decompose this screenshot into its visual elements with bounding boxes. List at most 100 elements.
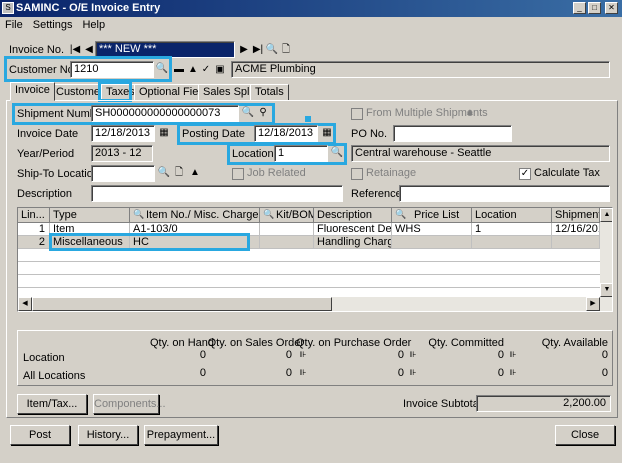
ship-to-finder-icon[interactable]: 🔍 — [157, 166, 171, 180]
year-period-field: 2013 - 12 — [91, 145, 153, 162]
all-purchase-order-drill-icon[interactable]: ⊪ — [406, 366, 420, 380]
invoice-date-calendar-icon[interactable]: ▦ — [157, 126, 171, 140]
all-qty-committed: 0 — [497, 367, 504, 379]
location-qty-purchase-order: 0 — [397, 349, 404, 361]
menu-file[interactable]: File — [0, 17, 28, 33]
tab-totals-label: Totals — [255, 86, 284, 98]
retainage-checkbox[interactable] — [351, 168, 363, 180]
col-location[interactable]: Location — [472, 208, 552, 223]
cell-line: 2 — [18, 236, 50, 249]
shipment-lookup-icon[interactable]: ⚲ — [256, 106, 270, 120]
menu-help[interactable]: Help — [77, 17, 110, 33]
detail-grid[interactable]: Lin... Type Item No./ Misc. Charge 🔍 Kit… — [17, 207, 613, 312]
scroll-up-icon[interactable]: ▲ — [600, 208, 612, 222]
horizontal-scrollbar[interactable]: ◀ ▶ — [18, 297, 612, 311]
posting-date-field[interactable]: 12/18/2013 — [254, 125, 318, 142]
post-button[interactable]: Post — [10, 425, 70, 445]
first-record-icon[interactable]: |◀ — [68, 43, 82, 57]
scroll-left-icon[interactable]: ◀ — [18, 297, 32, 311]
cell-description: Handling Charges — [314, 236, 392, 249]
maximize-button[interactable]: □ — [588, 2, 601, 14]
cell-description: Fluorescent Des... — [314, 223, 392, 236]
committed-drill-icon[interactable]: ⊪ — [506, 348, 520, 362]
purchase-order-drill-icon[interactable]: ⊪ — [406, 348, 420, 362]
previous-record-icon[interactable]: ◀ — [82, 43, 96, 57]
minimize-button[interactable]: _ — [573, 2, 586, 14]
col-line[interactable]: Lin... — [18, 208, 50, 223]
posting-date-calendar-icon[interactable]: ▦ — [320, 126, 334, 140]
invoice-date-field[interactable]: 12/18/2013 — [91, 125, 155, 142]
reference-field[interactable] — [399, 185, 610, 202]
year-period-label: Year/Period — [17, 148, 75, 160]
marker-dot — [305, 116, 311, 122]
all-qty-purchase-order: 0 — [397, 367, 404, 379]
all-qty-on-hand: 0 — [199, 367, 206, 379]
tab-invoice[interactable]: Invoice — [10, 82, 55, 101]
ship-to-field[interactable] — [91, 165, 155, 182]
cell-shipment-date — [552, 236, 600, 249]
description-field[interactable] — [91, 185, 343, 202]
folder-icon[interactable]: ▬ — [172, 63, 186, 77]
check-credit-icon[interactable]: ✓ — [199, 63, 213, 77]
job-related-checkbox[interactable] — [232, 168, 244, 180]
location-description-field: Central warehouse - Seattle — [351, 145, 610, 162]
components-button[interactable]: Components... — [93, 394, 166, 414]
next-record-icon[interactable]: ▶ — [237, 43, 251, 57]
retainage-label: Retainage — [366, 167, 417, 179]
invoice-subtotal-label: Invoice Subtotal — [403, 398, 482, 410]
col-item-no[interactable]: Item No./ Misc. Charge — [130, 208, 260, 223]
from-multiple-checkbox[interactable] — [351, 108, 363, 120]
last-record-icon[interactable]: ▶| — [251, 43, 265, 57]
horizontal-thumb[interactable] — [32, 297, 332, 311]
cell-price-list: WHS — [392, 223, 472, 236]
item-tax-button[interactable]: Item/Tax... — [17, 394, 87, 414]
price-col-search-icon: 🔍 — [395, 209, 407, 219]
ship-to-zoom-icon[interactable]: ▲ — [188, 166, 202, 180]
location-finder-icon[interactable]: 🔍 — [330, 146, 344, 160]
all-qty-available: 0 — [601, 367, 608, 379]
job-related-label: Job Related — [247, 167, 306, 179]
item-col-search-icon: 🔍 — [133, 209, 145, 219]
drill-down-icon[interactable]: ▣ — [213, 63, 227, 77]
zoom-up-icon[interactable]: ▲ — [186, 63, 200, 77]
calculate-tax-checkbox[interactable]: ✓ — [519, 168, 531, 180]
all-qty-sales-order: 0 — [285, 367, 292, 379]
tab-customer-label: Customer — [56, 86, 104, 98]
cell-kit — [260, 236, 314, 249]
calculate-tax-label: Calculate Tax — [534, 167, 600, 179]
location-field[interactable]: 1 — [274, 145, 328, 162]
col-type[interactable]: Type — [50, 208, 130, 223]
shipment-finder-icon[interactable]: 🔍 — [241, 106, 255, 120]
tab-totals[interactable]: Totals — [250, 84, 289, 101]
finder-icon[interactable]: 🔍 — [265, 43, 279, 57]
history-button[interactable]: History... — [78, 425, 138, 445]
location-qty-committed: 0 — [497, 349, 504, 361]
tab-sales-split-label: Sales Split — [203, 86, 255, 98]
close-window-button[interactable]: ✕ — [605, 2, 618, 14]
prepayment-button[interactable]: Prepayment... — [144, 425, 218, 445]
close-button[interactable]: Close — [555, 425, 615, 445]
col-shipment-date[interactable]: Shipment D — [552, 208, 600, 223]
cell-price-list — [392, 236, 472, 249]
po-no-field[interactable] — [393, 125, 512, 142]
vertical-scrollbar[interactable]: ▲ ▼ — [600, 208, 612, 297]
kit-col-search-icon: 🔍 — [263, 209, 275, 219]
new-document-icon[interactable]: 🗋 — [279, 43, 293, 57]
menu-bar: File Settings Help — [0, 17, 622, 33]
col-description[interactable]: Description — [314, 208, 392, 223]
menu-settings[interactable]: Settings — [28, 17, 78, 33]
window-title: SAMINC - O/E Invoice Entry — [16, 2, 161, 14]
scroll-down-icon[interactable]: ▼ — [600, 283, 612, 297]
taxes-highlight — [98, 81, 132, 102]
app-icon: S — [2, 2, 14, 14]
invoice-date-label: Invoice Date — [17, 128, 79, 140]
location-qty-available: 0 — [601, 349, 608, 361]
multiple-shipments-icon[interactable]: ▲ — [463, 106, 477, 120]
ship-to-new-icon[interactable]: 🗋 — [172, 166, 186, 180]
location-label: Location — [232, 148, 274, 160]
customer-finder-icon[interactable]: 🔍 — [155, 62, 169, 76]
shipment-number-field[interactable]: SH000000000000000073 — [91, 105, 239, 122]
customer-no-field[interactable]: 1210 — [70, 61, 154, 78]
scroll-right-icon[interactable]: ▶ — [586, 297, 600, 311]
all-committed-drill-icon[interactable]: ⊪ — [506, 366, 520, 380]
